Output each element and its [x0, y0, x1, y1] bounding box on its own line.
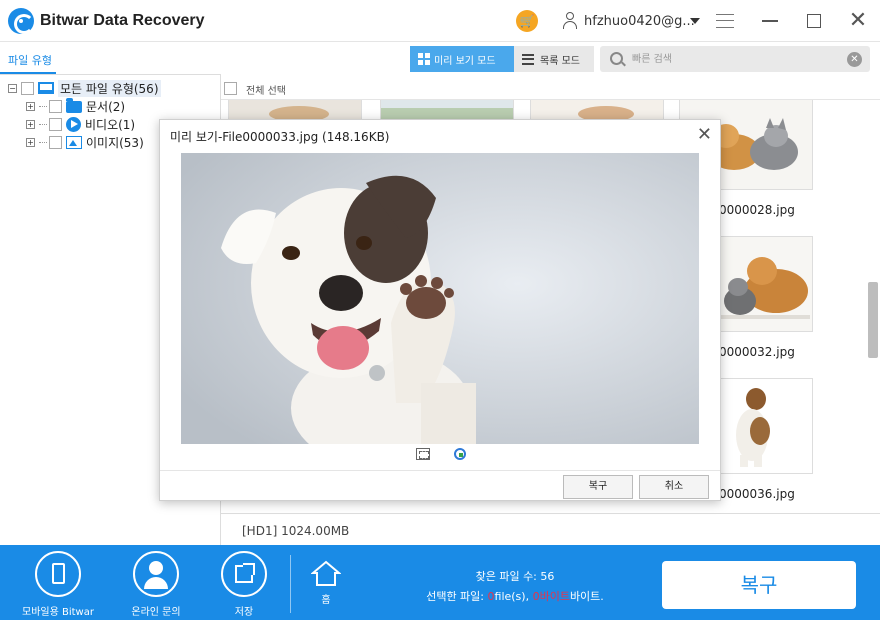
save-label: 저장: [234, 607, 254, 618]
mobile-bitwar-button[interactable]: 모바일용 Bitwar: [18, 551, 98, 618]
checkbox[interactable]: [21, 81, 34, 95]
recover-button[interactable]: 복구: [662, 561, 856, 609]
folder-icon: [66, 98, 82, 113]
maximize-icon[interactable]: [807, 14, 821, 28]
select-all-checkbox[interactable]: [224, 82, 237, 95]
close-icon[interactable]: ✕: [848, 10, 868, 32]
chevron-down-icon[interactable]: [690, 18, 700, 24]
menu-icon[interactable]: [716, 14, 734, 28]
preview-mode-button[interactable]: 미리 보기 모드: [410, 46, 514, 72]
scrollbar[interactable]: [868, 282, 878, 358]
online-label: 온라인 문의: [131, 607, 181, 618]
tree-item-label: 비디오(1): [85, 117, 136, 132]
checkbox[interactable]: [49, 117, 62, 131]
minimize-icon[interactable]: [762, 20, 778, 22]
home-icon: [311, 560, 341, 586]
preview-mode-label: 미리 보기 모드: [434, 55, 496, 67]
thumbnail[interactable]: [530, 100, 664, 120]
home-button[interactable]: 홈: [306, 559, 346, 606]
checkbox[interactable]: [49, 99, 62, 113]
close-icon[interactable]: ✕: [697, 124, 712, 145]
computer-icon: [38, 82, 54, 94]
title-bar: Bitwar Data Recovery 🛒 hfzhuo0420@g... ✕: [0, 0, 880, 42]
tree-root-label: 모든 파일 유형(56): [58, 79, 161, 97]
support-icon: [133, 551, 179, 597]
bitwar-logo-icon: [8, 8, 34, 34]
selected-count: 0: [487, 590, 495, 603]
collapse-icon[interactable]: −: [8, 83, 17, 93]
tab-file-type[interactable]: 파일 유형: [8, 52, 52, 68]
list-mode-button[interactable]: 목록 모드: [514, 46, 594, 72]
dialog-cancel-button[interactable]: 취소: [639, 475, 709, 499]
expand-icon[interactable]: +: [26, 101, 35, 111]
video-icon: [66, 116, 81, 132]
online-inquiry-button[interactable]: 온라인 문의: [116, 551, 196, 618]
clear-icon[interactable]: ✕: [847, 52, 862, 67]
rotate-icon[interactable]: [454, 448, 466, 460]
file-name: 0000036.jpg: [719, 487, 795, 501]
list-mode-label: 목록 모드: [540, 55, 580, 67]
fit-to-window-icon[interactable]: [416, 448, 430, 460]
phone-icon: [35, 551, 81, 597]
bottom-bar: 모바일용 Bitwar 온라인 문의 저장 홈 찾은 파일 수: 56 선택한 …: [0, 545, 880, 620]
preview-tools: [416, 448, 466, 460]
search-input[interactable]: [632, 50, 832, 68]
checkbox[interactable]: [49, 135, 62, 149]
app-title: Bitwar Data Recovery: [40, 12, 205, 29]
selected-bytes: 0바이트: [532, 590, 570, 603]
divider: [221, 513, 880, 514]
selected-files: 선택한 파일: 0file(s), 0바이트바이트.: [426, 590, 604, 603]
select-all-label: 전체 선택: [246, 86, 286, 97]
save-button[interactable]: 저장: [204, 551, 284, 618]
divider: [0, 74, 220, 75]
tree-item-label: 이미지(53): [86, 135, 144, 150]
list-icon: [522, 53, 534, 65]
preview-dialog: 미리 보기-File0000033.jpg (148.16KB) ✕ 복구 취소: [159, 119, 721, 501]
search-icon: [610, 52, 623, 65]
file-name: 0000028.jpg: [719, 203, 795, 217]
tree-item-documents[interactable]: + 문서(2): [26, 97, 125, 115]
dialog-title: 미리 보기-File0000033.jpg (148.16KB): [170, 130, 390, 144]
preview-image: [181, 153, 699, 444]
tree-root[interactable]: − 모든 파일 유형(56): [8, 79, 161, 97]
user-icon[interactable]: [562, 10, 578, 30]
divider: [290, 555, 291, 613]
home-label: 홈: [321, 595, 331, 606]
scan-summary: 찾은 파일 수: 56 선택한 파일: 0file(s), 0바이트바이트.: [400, 567, 630, 607]
export-icon: [221, 551, 267, 597]
expand-icon[interactable]: +: [26, 137, 35, 147]
search-box: ✕: [600, 46, 870, 72]
image-icon: [66, 135, 82, 149]
mobile-label: 모바일용 Bitwar: [22, 607, 94, 618]
drive-status: [HD1] 1024.00MB: [242, 524, 350, 538]
tree-item-videos[interactable]: + 비디오(1): [26, 115, 135, 133]
tree-item-label: 문서(2): [86, 99, 126, 114]
thumbnail[interactable]: [380, 100, 514, 120]
user-account[interactable]: hfzhuo0420@g...: [584, 14, 695, 29]
divider: [160, 470, 720, 471]
content-header: [221, 76, 880, 100]
grid-icon: [418, 53, 430, 65]
dialog-recover-button[interactable]: 복구: [563, 475, 633, 499]
file-name: 0000032.jpg: [719, 345, 795, 359]
expand-icon[interactable]: +: [26, 119, 35, 129]
tree-item-images[interactable]: + 이미지(53): [26, 133, 144, 151]
thumbnail[interactable]: [228, 100, 362, 120]
found-files: 찾은 파일 수: 56: [475, 570, 555, 583]
cart-icon[interactable]: 🛒: [516, 10, 538, 32]
